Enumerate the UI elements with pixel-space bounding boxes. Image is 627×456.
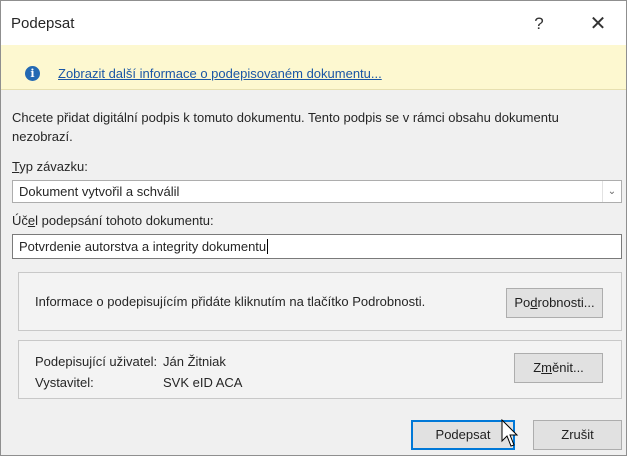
change-button[interactable]: Změnit... (514, 353, 603, 383)
signer-key: Podepisující uživatel: (35, 354, 158, 369)
text-caret (267, 239, 269, 254)
sign-button[interactable]: Podepsat (411, 420, 515, 450)
more-info-link[interactable]: Zobrazit další informace o podepisovaném… (58, 66, 382, 81)
purpose-input-text: Potvrdenie autorstva a integrity dokumen… (19, 239, 267, 254)
signer-details-group: Informace o podepisujícím přidáte kliknu… (18, 272, 622, 331)
title-bar: Podepsat ? ✕ (1, 1, 626, 45)
dialog-title: Podepsat (11, 15, 75, 32)
issuer-value: SVK eID ACA (163, 375, 243, 390)
purpose-input-value: Potvrdenie autorstva a integrity dokumen… (19, 239, 269, 254)
change-button-post: ěnit... (552, 360, 584, 375)
purpose-label-post: l podepsání tohoto dokumentu: (35, 213, 214, 228)
description-text: Chcete přidat digitální podpis k tomuto … (12, 110, 559, 144)
purpose-label-pre: Úč (12, 213, 28, 228)
cancel-button[interactable]: Zrušit (533, 420, 622, 450)
purpose-input[interactable]: Potvrdenie autorstva a integrity dokumen… (12, 234, 622, 259)
signer-value: Ján Žitniak (163, 354, 226, 369)
issuer-key: Vystavitel: (35, 375, 94, 390)
details-button-post: robnosti... (537, 295, 595, 310)
details-button[interactable]: Podrobnosti... (506, 288, 603, 318)
commitment-type-select[interactable]: Dokument vytvořil a schválil ⌄ (12, 180, 622, 203)
change-button-pre: Z (533, 360, 542, 375)
details-button-pre: Po (514, 295, 531, 310)
details-button-accel: d (530, 295, 538, 310)
mouse-pointer-icon (501, 419, 519, 447)
chevron-down-icon[interactable]: ⌄ (602, 181, 621, 202)
info-icon: i (25, 66, 40, 81)
purpose-label: Účel podepsání tohoto dokumentu: (12, 213, 214, 228)
commitment-type-value: Dokument vytvořil a schválil (19, 184, 180, 199)
signer-info-group: Podepisující uživatel: Ján Žitniak Vysta… (18, 340, 622, 399)
help-button[interactable]: ? (524, 11, 554, 37)
change-button-accel: m (541, 360, 552, 375)
commitment-label-text: yp závazku: (19, 159, 88, 174)
details-hint-text: Informace o podepisujícím přidáte kliknu… (35, 294, 426, 309)
info-bar: i Zobrazit další informace o podepisovan… (1, 45, 626, 90)
commitment-type-label: Typ závazku: (12, 159, 88, 174)
close-button[interactable]: ✕ (581, 11, 615, 37)
sign-dialog: Podepsat ? ✕ i Zobrazit další informace … (0, 0, 627, 456)
